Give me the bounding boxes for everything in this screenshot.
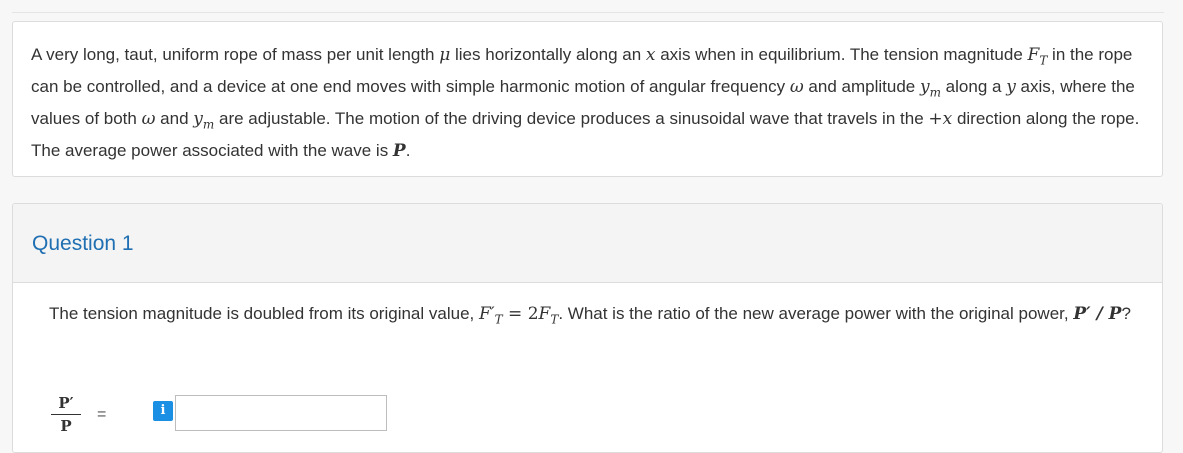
- mu-symbol: μ: [439, 45, 451, 65]
- new-tension-subscript: T: [494, 312, 503, 327]
- tension-symbol: F: [1027, 45, 1040, 65]
- answer-input[interactable]: [175, 395, 387, 431]
- plus-x-symbol: +x: [928, 108, 953, 129]
- intro-text-8: and: [155, 108, 194, 128]
- omega-symbol-2: ω: [141, 108, 156, 129]
- intro-text-5: and amplitude: [803, 76, 920, 96]
- amplitude-symbol: y: [919, 76, 930, 97]
- intro-text-9: are adjustable. The motion of the drivin…: [214, 108, 929, 128]
- amplitude-subscript-2: m: [202, 117, 215, 132]
- info-icon[interactable]: i: [153, 401, 173, 421]
- question-card: Question 1 The tension magnitude is doub…: [12, 203, 1163, 453]
- tension-symbol-2: F: [538, 304, 551, 324]
- intro-text-2: lies horizontally along an: [450, 45, 646, 64]
- question-mark: ?: [1121, 304, 1131, 323]
- top-divider: [12, 0, 1164, 13]
- question-text-1: The tension magnitude is doubled from it…: [49, 304, 479, 323]
- question-title: Question 1: [32, 232, 134, 255]
- answer-fraction-label: P′ P: [51, 394, 81, 435]
- question-text: The tension magnitude is doubled from it…: [49, 301, 1139, 332]
- amplitude-symbol-2: y: [193, 108, 203, 129]
- question-header: Question 1: [13, 204, 1162, 283]
- fraction-bar: [51, 414, 81, 415]
- power-symbol: P: [392, 140, 406, 161]
- omega-symbol: ω: [789, 76, 804, 97]
- new-tension-symbol: F′: [478, 304, 495, 324]
- problem-intro-text: A very long, taut, uniform rope of mass …: [31, 42, 1141, 164]
- intro-text-11: .: [405, 140, 411, 160]
- fraction-numerator: P′: [58, 394, 74, 412]
- amplitude-subscript: m: [929, 85, 941, 100]
- power-ratio: P′ / P: [1073, 304, 1122, 324]
- problem-intro-card: A very long, taut, uniform rope of mass …: [12, 21, 1163, 177]
- question-text-2: . What is the ratio of the new average p…: [558, 304, 1074, 323]
- intro-text-6: along a: [940, 76, 1007, 96]
- intro-text-3: axis when in equilibrium. The tension ma…: [655, 45, 1028, 64]
- equals-two: = 2: [502, 304, 539, 324]
- fraction-denominator: P: [60, 417, 72, 435]
- answer-row: P′ P = i: [51, 394, 411, 444]
- equals-sign: =: [97, 406, 107, 423]
- y-symbol: y: [1006, 76, 1016, 97]
- x-symbol: x: [645, 45, 656, 65]
- intro-text-1: A very long, taut, uniform rope of mass …: [31, 45, 440, 64]
